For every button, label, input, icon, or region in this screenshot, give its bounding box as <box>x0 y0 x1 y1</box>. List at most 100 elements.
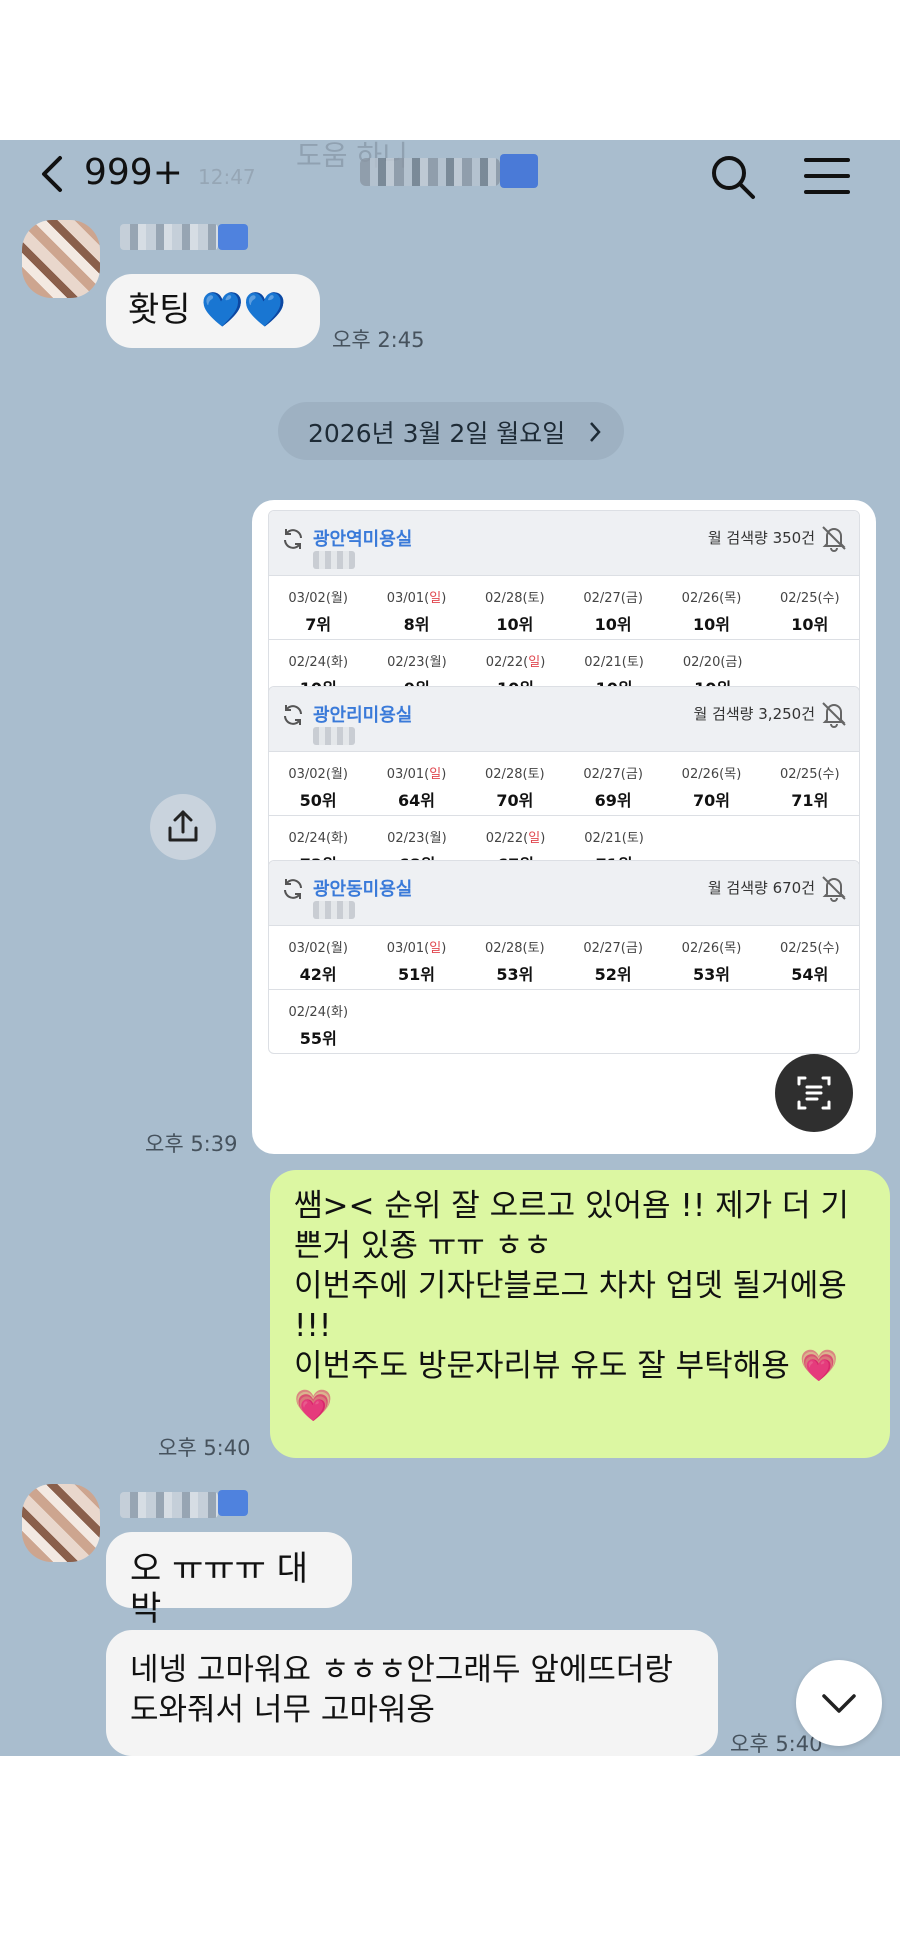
search-volume: 월 검색량 3,250건 <box>693 705 815 723</box>
ranking-table: 광안동미용실 월 검색량 670건 03/02(월) 42위 03/01(일) 51위 02… <box>268 860 860 1054</box>
refresh-icon[interactable] <box>281 703 305 727</box>
rank-cell: 02/25(수) 54위 <box>761 926 859 989</box>
rank-date: 02/25(수) <box>780 591 840 606</box>
rank-date: 03/01(일) <box>386 767 447 782</box>
text-scan-icon <box>797 1076 831 1110</box>
rank-cell: 02/27(금) 10위 <box>564 576 662 639</box>
message-time: 오후 5:39 <box>145 1132 238 1156</box>
keyword-sub-blurred <box>313 901 355 919</box>
rank-weekday: 금 <box>625 767 638 782</box>
search-icon[interactable] <box>710 154 756 200</box>
rank-cell: 03/02(월) 50위 <box>269 752 367 815</box>
rank-cell: 03/01(일) 51위 <box>367 926 465 989</box>
rank-row: 03/02(월) 50위 03/01(일) 64위 02/28(토) 70위 02/27(금… <box>269 751 859 815</box>
chat-title-heart-blurred <box>500 154 538 188</box>
rank-cell: 02/24(화) 55위 <box>269 990 368 1053</box>
rank-value: 42위 <box>299 965 337 984</box>
bell-off-icon[interactable] <box>819 523 849 553</box>
rank-weekday: 일 <box>429 941 442 956</box>
rank-weekday: 수 <box>822 591 835 606</box>
rank-cell: 02/27(금) 69위 <box>564 752 662 815</box>
bell-off-icon[interactable] <box>819 699 849 729</box>
rank-weekday: 월 <box>330 591 343 606</box>
message-line: 이번주에 기자단블로그 차차 업뎃 될거에용 <box>294 1268 847 1304</box>
text-scan-button[interactable] <box>775 1054 853 1132</box>
rank-cell: 03/01(일) 64위 <box>367 752 465 815</box>
message-line: 이번주도 방문자리뷰 유도 잘 부탁해용 💗 <box>294 1348 839 1384</box>
message-line: 💗 <box>294 1388 333 1424</box>
rank-weekday: 일 <box>429 767 442 782</box>
scroll-down-button[interactable] <box>796 1660 882 1746</box>
keyword-label: 광안리미용실 <box>313 705 413 726</box>
rank-row: 03/02(월) 7위 03/01(일) 8위 02/28(토) 10위 02/27(금) 1… <box>269 575 859 639</box>
rank-weekday: 화 <box>331 1005 344 1020</box>
rank-weekday: 화 <box>331 831 344 846</box>
ranking-table: 광안리미용실 월 검색량 3,250건 03/02(월) 50위 03/01(일) 64위… <box>268 686 860 880</box>
rank-date: 02/20(금) <box>682 655 743 670</box>
rank-value: 8위 <box>403 615 430 634</box>
rank-value: 64위 <box>397 791 435 810</box>
rank-value: 51위 <box>397 965 435 984</box>
date-divider[interactable]: 2026년 3월 2일 월요일 <box>278 402 624 460</box>
message-bubble[interactable]: 홧팅 💙💙 <box>106 274 320 348</box>
rank-value: 50위 <box>299 791 337 810</box>
rank-weekday: 월 <box>429 831 442 846</box>
rank-date: 02/25(수) <box>780 941 840 956</box>
ranking-table-header: 광안리미용실 월 검색량 3,250건 <box>269 687 859 751</box>
rank-row: 03/02(월) 42위 03/01(일) 51위 02/28(토) 53위 02/27(금… <box>269 925 859 989</box>
keyword-label: 광안동미용실 <box>313 879 413 900</box>
unread-count[interactable]: 999+ <box>84 152 183 193</box>
sender-heart-blurred <box>218 1490 248 1516</box>
bell-off-icon[interactable] <box>819 873 849 903</box>
rank-date: 02/28(토) <box>485 591 545 606</box>
rank-value: 69위 <box>594 791 632 810</box>
rank-date: 02/21(토) <box>584 831 644 846</box>
rank-weekday: 토 <box>527 941 540 956</box>
rank-date: 02/27(금) <box>583 767 643 782</box>
rank-date: 03/02(월) <box>288 767 348 782</box>
screen: 도움 하니 999+ 12:47 홧팅 💙💙 오후 2:45 2026년 3월 … <box>0 0 900 1951</box>
rank-cell: 02/25(수) 10위 <box>761 576 859 639</box>
chevron-right-icon <box>590 422 601 442</box>
message-line: 네넹 고마워요 ㅎㅎㅎ안그래두 앞에뜨더랑 <box>130 1652 673 1688</box>
rank-value: 55위 <box>299 1029 337 1048</box>
message-line: !!! <box>294 1308 332 1344</box>
message-bubble[interactable]: 네넹 고마워요 ㅎㅎㅎ안그래두 앞에뜨더랑 도와줘서 너무 고마워옹 <box>106 1630 718 1756</box>
back-chevron-icon[interactable] <box>36 154 72 194</box>
rank-value: 52위 <box>594 965 632 984</box>
message-time: 오후 5:40 <box>158 1436 251 1460</box>
avatar[interactable] <box>22 220 100 298</box>
rank-value: 10위 <box>791 615 829 634</box>
message-text: 홧팅 💙💙 <box>128 290 287 330</box>
chat-room: 도움 하니 999+ 12:47 홧팅 💙💙 오후 2:45 2026년 3월 … <box>0 140 900 1756</box>
avatar[interactable] <box>22 1484 100 1562</box>
rank-date: 02/26(목) <box>681 941 742 956</box>
my-message-bubble[interactable]: 쌤>< 순위 잘 오르고 있어욤 !! 제가 더 기 쁜거 있죵 ㅠㅠ ㅎㅎ 이… <box>270 1170 890 1458</box>
ranking-table-header: 광안동미용실 월 검색량 670건 <box>269 861 859 925</box>
rank-date: 03/01(일) <box>386 941 447 956</box>
message-line: 쌤>< 순위 잘 오르고 있어욤 !! 제가 더 기 <box>294 1188 849 1224</box>
rank-date: 02/28(토) <box>485 767 545 782</box>
rank-value: 10위 <box>692 615 730 634</box>
rank-date: 02/24(화) <box>288 831 349 846</box>
rank-value: 10위 <box>594 615 632 634</box>
rank-value: 7위 <box>305 615 332 634</box>
rank-weekday: 토 <box>527 591 540 606</box>
rank-date: 03/02(월) <box>288 591 348 606</box>
share-button[interactable] <box>150 794 216 860</box>
keyword-sub-blurred <box>313 727 355 745</box>
rank-date: 02/22(일) <box>485 655 546 670</box>
menu-icon[interactable] <box>804 156 850 196</box>
sender-name-blurred <box>120 224 218 250</box>
rank-weekday: 일 <box>429 591 442 606</box>
rank-date: 02/25(수) <box>780 767 840 782</box>
rank-cell: 03/02(월) 42위 <box>269 926 367 989</box>
refresh-icon[interactable] <box>281 877 305 901</box>
refresh-icon[interactable] <box>281 527 305 551</box>
rank-weekday: 토 <box>626 655 639 670</box>
rank-cell: 02/28(토) 53위 <box>466 926 564 989</box>
rank-cell: 02/28(토) 10위 <box>466 576 564 639</box>
message-bubble[interactable]: 오 ㅠㅠㅠ 대박 <box>106 1532 352 1629</box>
rank-weekday: 일 <box>528 831 541 846</box>
rank-date: 02/24(화) <box>288 1005 349 1020</box>
